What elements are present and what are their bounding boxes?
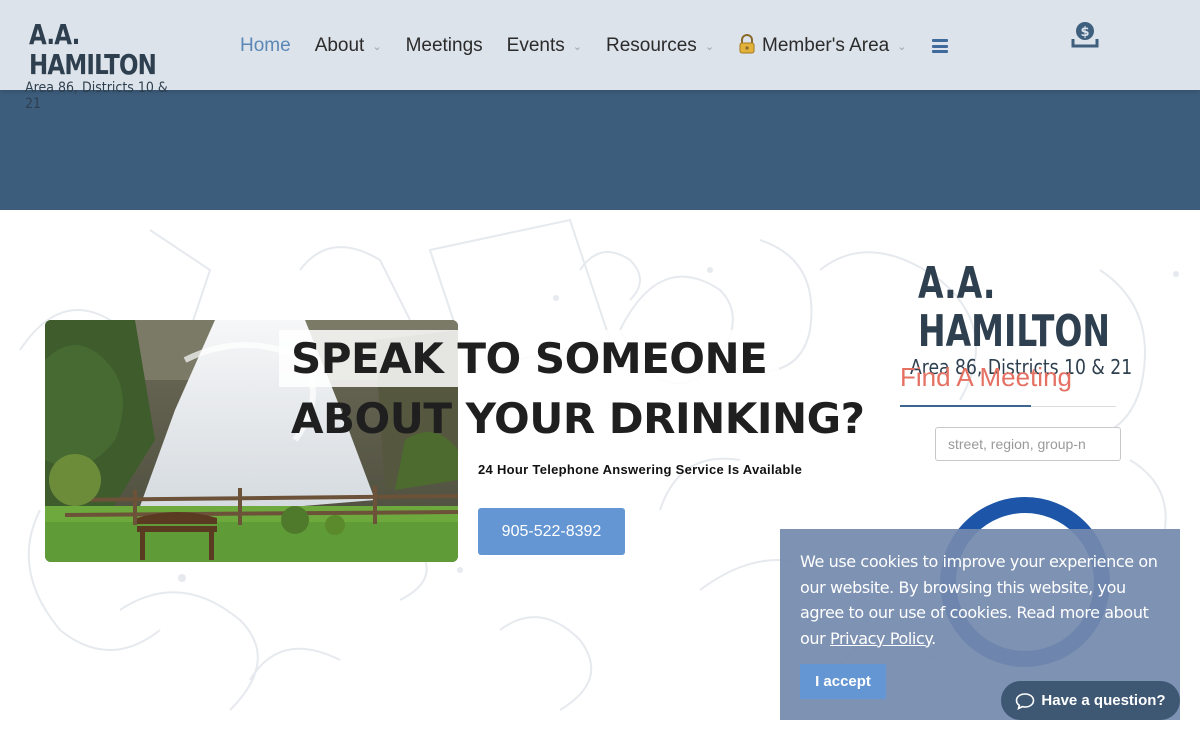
accept-cookies-button[interactable]: I accept [800,664,886,699]
nav-events-label: Events [506,35,565,56]
chevron-down-icon: ⌄ [372,40,382,53]
hero-headline-line1: SPEAK TO SOMEONE [279,330,780,387]
chevron-down-icon: ⌄ [572,40,582,53]
site-header: A.A. HAMILTON Area 86, Districts 10 & 21… [0,0,1200,113]
hero-subtext: 24 Hour Telephone Answering Service Is A… [478,462,803,477]
find-meeting-title: Find A Meeting [900,362,1072,392]
phone-number-button[interactable]: 905-522-8392 [478,508,625,555]
nav-home-label: Home [240,35,291,56]
logo-subtitle: Area 86, Districts 10 & 21 [25,80,168,112]
sidebar-logo-title: A.A. HAMILTON [918,258,1111,357]
svg-text:$: $ [1080,25,1089,40]
cookie-text-end: . [931,628,936,648]
chat-question-label: Have a question? [1041,692,1166,709]
divider-accent [900,405,1031,407]
nav-members-area[interactable]: Member's Area ⌄ [738,33,907,59]
chat-bubble-icon [1016,692,1035,710]
page-bottom [0,720,1200,740]
nav-resources[interactable]: Resources ⌄ [606,35,714,57]
chevron-down-icon: ⌄ [897,40,907,53]
nav-meetings[interactable]: Meetings [406,35,483,57]
page-banner [0,90,1200,210]
nav-meetings-label: Meetings [405,35,483,56]
main-nav: Home About ⌄ Meetings Events ⌄ Resources… [240,33,949,59]
site-logo[interactable]: A.A. HAMILTON Area 86, Districts 10 & 21 [25,20,195,113]
chevron-down-icon: ⌄ [704,40,715,53]
nav-resources-label: Resources [605,35,697,56]
nav-home[interactable]: Home [240,35,291,57]
lock-icon [738,33,756,59]
nav-about-label: About [314,35,365,56]
cookie-message: We use cookies to improve your experienc… [800,549,1165,651]
nav-members-area-label: Member's Area [762,35,890,56]
meeting-search-input[interactable] [935,427,1121,461]
hero-headline-line2: ABOUT YOUR DRINKING? [291,394,865,443]
hamburger-icon[interactable] [932,39,949,53]
sidebar-logo: A.A. HAMILTON Area 86, Districts 10 & 21 [910,258,1200,379]
chat-question-button[interactable]: Have a question? [1001,681,1180,720]
logo-title: A.A. HAMILTON [29,18,157,81]
donate-icon[interactable]: $ [1071,20,1099,48]
nav-about[interactable]: About ⌄ [315,35,382,57]
privacy-policy-link[interactable]: Privacy Policy [830,629,932,648]
nav-events[interactable]: Events ⌄ [507,35,582,57]
